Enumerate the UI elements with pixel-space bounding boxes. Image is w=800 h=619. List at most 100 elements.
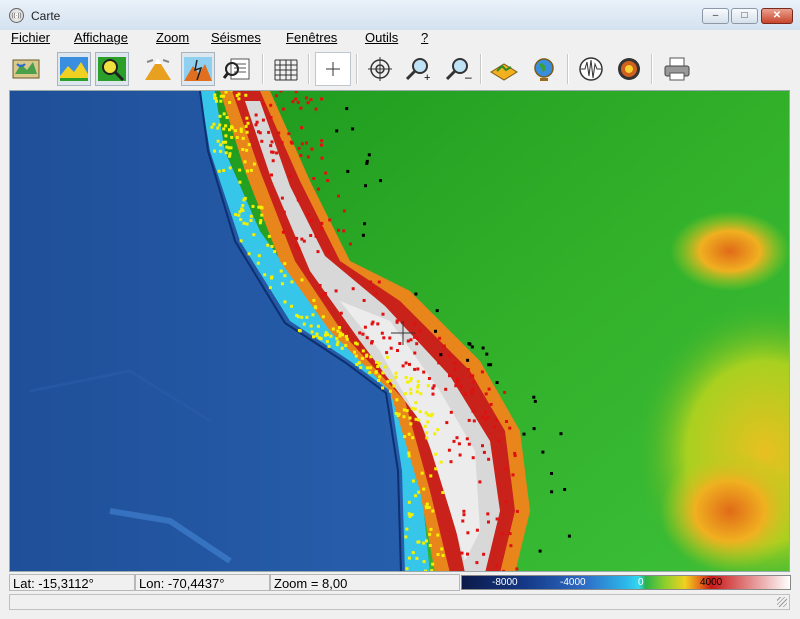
legend-label: 0 <box>638 577 644 588</box>
earthquake-marker <box>447 448 451 452</box>
earthquake-marker <box>277 131 281 135</box>
earthquake-marker <box>360 357 364 360</box>
earthquake-marker <box>368 371 372 375</box>
earthquake-marker <box>244 93 248 97</box>
zoom-readout: Zoom = 8,00 <box>270 574 460 591</box>
earthquake-marker <box>339 311 343 315</box>
earthquake-marker <box>299 106 303 110</box>
earthquake-marker <box>320 156 324 160</box>
volcano-icon <box>145 58 171 80</box>
earthquake-marker <box>439 353 443 357</box>
menu-help[interactable]: ? <box>421 30 428 45</box>
earthquake-marker <box>453 367 457 371</box>
earthquake-marker <box>365 353 369 357</box>
eastern-plateau <box>670 211 789 291</box>
menu-seismes[interactable]: Séismes <box>211 30 261 45</box>
earthquake-marker <box>218 123 222 127</box>
earthquake-marker <box>297 329 301 332</box>
menu-affichage[interactable]: Affichage <box>74 30 128 45</box>
earthquake-marker <box>404 376 408 379</box>
menu-fichier[interactable]: Fichier <box>11 30 50 45</box>
menu-fenetres[interactable]: Fenêtres <box>286 30 337 45</box>
magnifier-view-button[interactable] <box>95 52 129 86</box>
earthquake-marker <box>355 363 359 366</box>
print-button[interactable] <box>660 52 694 86</box>
earthquake-marker <box>385 351 389 355</box>
earthquake-marker <box>312 298 316 302</box>
earthquake-marker <box>416 380 420 383</box>
zoom-in-button[interactable]: + <box>401 52 435 86</box>
target-button[interactable] <box>363 52 397 86</box>
earthquake-marker <box>448 374 451 378</box>
earthquake-marker <box>316 187 320 191</box>
map-canvas[interactable] <box>9 90 790 572</box>
earthquake-marker <box>413 367 417 371</box>
earthquake-marker <box>402 408 406 412</box>
menu-zoom[interactable]: Zoom <box>156 30 189 45</box>
earthquake-marker <box>249 214 253 218</box>
close-button[interactable]: ✕ <box>761 8 793 24</box>
earthquake-marker <box>396 349 399 352</box>
earthquake-marker <box>274 94 278 98</box>
earthquake-marker <box>475 561 479 565</box>
minimize-button[interactable]: – <box>702 8 729 24</box>
earthquake-marker <box>245 130 249 134</box>
earthquake-marker <box>315 332 319 336</box>
globe-button[interactable] <box>527 52 561 86</box>
window-title: Carte <box>31 9 61 23</box>
map-view-button[interactable] <box>9 52 43 86</box>
earthquake-marker <box>511 473 515 477</box>
fault-button[interactable] <box>181 52 215 86</box>
zoom-out-button[interactable]: – <box>441 52 475 86</box>
earthquake-marker <box>452 439 456 443</box>
earthquake-marker <box>297 146 301 150</box>
earth-core-button[interactable] <box>612 52 646 86</box>
earthquake-marker <box>312 335 315 339</box>
earthquake-marker <box>320 226 324 230</box>
earthquake-marker <box>222 127 226 131</box>
earthquake-marker <box>508 426 512 430</box>
status-bar: Lat: -15,3112° Lon: -70,4437° Zoom = 8,0… <box>9 574 791 591</box>
earthquake-marker <box>365 162 369 165</box>
earthquake-marker <box>458 453 462 457</box>
earthquake-marker <box>222 112 226 116</box>
earthquake-marker <box>222 94 226 98</box>
earthquake-marker <box>409 391 413 395</box>
earthquake-marker <box>415 342 419 346</box>
earthquake-marker <box>230 91 233 92</box>
earthquake-marker <box>270 140 274 144</box>
earthquake-marker <box>309 218 313 222</box>
earthquake-marker <box>494 419 498 422</box>
volcano-button[interactable] <box>141 52 175 86</box>
earthquake-marker <box>381 371 385 375</box>
earthquake-marker <box>471 387 475 391</box>
earthquake-marker <box>242 221 246 225</box>
earthquake-marker <box>414 292 418 296</box>
earthquake-marker <box>367 153 371 157</box>
earthquake-marker <box>259 219 263 223</box>
earthquake-marker <box>354 341 358 345</box>
earthquake-marker <box>567 534 571 538</box>
earthquake-marker <box>471 374 475 378</box>
earthquake-marker <box>320 221 324 225</box>
seismogram-button[interactable] <box>574 52 608 86</box>
menu-outils[interactable]: Outils <box>365 30 398 45</box>
earthquake-marker <box>331 327 335 331</box>
crosshair-button[interactable] <box>315 52 351 86</box>
earthquake-marker <box>217 169 221 173</box>
maximize-button[interactable]: □ <box>731 8 758 24</box>
resize-grip[interactable] <box>777 597 787 607</box>
earthquake-marker <box>270 275 274 279</box>
search-document-button[interactable] <box>221 52 255 86</box>
earthquake-marker <box>252 233 256 237</box>
earthquake-marker <box>224 134 228 138</box>
relief-view-button[interactable] <box>57 52 91 86</box>
earthquake-marker <box>240 207 244 211</box>
earthquake-marker <box>354 354 358 358</box>
toolbar-separator <box>356 54 358 84</box>
3d-terrain-button[interactable] <box>487 52 521 86</box>
earthquake-marker <box>230 125 233 129</box>
grid-button[interactable] <box>269 52 303 86</box>
earthquake-marker <box>309 234 313 237</box>
earthquake-marker <box>392 384 396 388</box>
